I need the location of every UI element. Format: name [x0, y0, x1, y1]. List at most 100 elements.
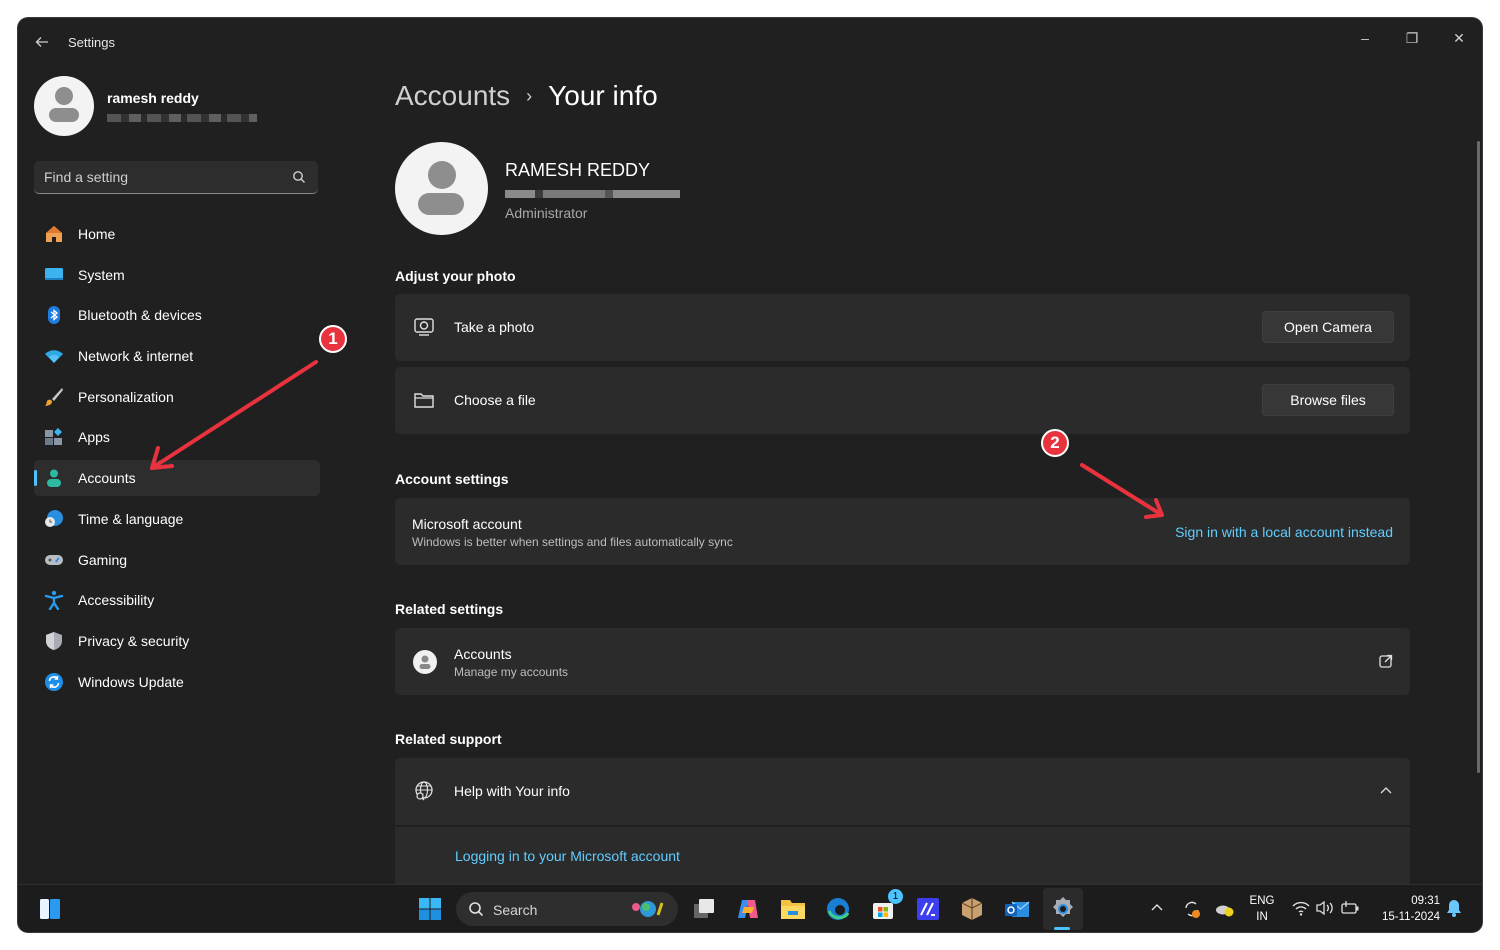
app-title: Settings — [68, 35, 115, 50]
breadcrumb: Accounts › Your info — [395, 76, 658, 116]
minimize-button[interactable]: – — [1342, 24, 1388, 52]
sidebar-item-bluetooth[interactable]: Bluetooth & devices — [34, 297, 320, 333]
task-view-button[interactable] — [690, 895, 718, 923]
profile-name: ramesh reddy — [107, 90, 199, 106]
folder-icon — [781, 900, 805, 919]
shield-icon — [46, 631, 62, 650]
close-button[interactable]: ✕ — [1436, 24, 1482, 52]
widgets-button[interactable] — [36, 895, 64, 923]
settings-window: Settings – ❐ ✕ ramesh reddy Home System … — [18, 18, 1482, 932]
sidebar-item-windows-update[interactable]: Windows Update — [34, 664, 320, 700]
settings-taskbar-button[interactable] — [1049, 895, 1077, 923]
search-icon — [293, 171, 305, 183]
browse-files-button[interactable]: Browse files — [1262, 384, 1394, 416]
sign-in-local-account-link[interactable]: Sign in with a local account instead — [1175, 524, 1393, 540]
title-bar: Settings – ❐ ✕ — [18, 18, 1482, 66]
sidebar-item-time-language[interactable]: Time & language — [34, 501, 320, 537]
help-links-panel: Logging in to your Microsoft account — [395, 827, 1410, 887]
folder-icon — [414, 393, 434, 408]
section-title-adjust-photo: Adjust your photo — [395, 268, 516, 284]
sidebar-item-apps[interactable]: Apps — [34, 419, 320, 455]
person-icon — [47, 469, 61, 488]
widgets-icon — [40, 899, 60, 919]
copilot-button[interactable] — [734, 895, 762, 923]
vertical-scrollbar[interactable] — [1477, 141, 1480, 773]
chevron-up-icon[interactable] — [1151, 903, 1163, 913]
taskbar-search[interactable]: Search — [456, 892, 678, 926]
account-avatar-icon — [413, 650, 437, 674]
chevron-right-icon: › — [526, 85, 533, 106]
edge-button[interactable] — [824, 895, 852, 923]
clock-date[interactable]: 15-11-2024 — [1370, 911, 1440, 923]
arrow-left-icon — [35, 37, 48, 47]
sidebar-item-network[interactable]: Network & internet — [34, 338, 320, 374]
search-input[interactable] — [44, 161, 284, 193]
sidebar-item-home[interactable]: Home — [34, 216, 320, 252]
camera-icon — [414, 318, 434, 336]
file-explorer-button[interactable] — [779, 895, 807, 923]
start-button[interactable] — [416, 895, 444, 923]
restore-button[interactable]: ❐ — [1389, 24, 1435, 52]
outlook-button[interactable] — [1003, 895, 1031, 923]
minimize-icon: – — [1361, 30, 1369, 46]
volume-icon[interactable] — [1315, 900, 1335, 916]
sync-icon[interactable] — [1182, 899, 1202, 919]
sidebar-item-privacy-security[interactable]: Privacy & security — [34, 623, 320, 659]
globe-search-icon — [415, 781, 433, 801]
back-button[interactable] — [30, 30, 54, 54]
user-info-header: RAMESH REDDY Administrator — [395, 142, 995, 237]
home-icon — [46, 226, 62, 242]
onedrive-icon[interactable] — [1215, 899, 1235, 919]
accessibility-icon — [44, 590, 64, 611]
sidebar-profile[interactable]: ramesh reddy — [34, 76, 334, 136]
related-accounts-row[interactable]: Accounts Manage my accounts — [395, 628, 1410, 695]
task-view-icon — [694, 899, 714, 918]
notification-badge: 1 — [888, 889, 903, 904]
avatar — [34, 76, 94, 136]
close-icon: ✕ — [1453, 29, 1465, 46]
sidebar-item-gaming[interactable]: Gaming — [34, 542, 320, 578]
active-app-indicator — [1054, 927, 1070, 930]
help-with-your-info-row[interactable]: Help with Your info — [395, 758, 1410, 825]
package-icon — [961, 898, 983, 920]
choose-file-row: Choose a file Browse files — [395, 367, 1410, 434]
gamepad-icon — [45, 554, 63, 565]
search-highlight-icon — [632, 901, 664, 917]
battery-icon[interactable] — [1340, 900, 1360, 916]
edge-icon — [827, 898, 850, 920]
sidebar-item-accessibility[interactable]: Accessibility — [34, 582, 320, 618]
sidebar-nav: Home System Bluetooth & devices Network … — [34, 216, 320, 704]
user-full-name: RAMESH REDDY — [505, 160, 651, 180]
section-title-related-support: Related support — [395, 731, 502, 747]
take-photo-row: Take a photo Open Camera — [395, 294, 1410, 361]
outlook-icon — [1005, 901, 1030, 917]
help-link-logging-in[interactable]: Logging in to your Microsoft account — [455, 848, 680, 864]
search-icon — [469, 902, 484, 917]
external-link-icon[interactable] — [1379, 654, 1393, 668]
sidebar-item-accounts[interactable]: Accounts — [34, 460, 320, 497]
breadcrumb-parent[interactable]: Accounts — [395, 80, 510, 112]
annotation-badge-2: 2 — [1041, 429, 1069, 457]
app-button-box[interactable] — [958, 895, 986, 923]
user-avatar — [395, 142, 488, 235]
page-title: Your info — [548, 80, 658, 111]
microsoft-store-button[interactable]: 1 — [869, 889, 903, 923]
restore-icon: ❐ — [1405, 29, 1419, 46]
notification-bell-icon[interactable] — [1446, 899, 1462, 917]
profile-email-redacted — [107, 114, 257, 122]
chevron-up-icon[interactable] — [1380, 786, 1392, 796]
wifi-icon[interactable] — [1292, 900, 1310, 916]
paintbrush-icon — [45, 387, 63, 406]
input-language[interactable]: ENG — [1246, 895, 1278, 907]
sidebar-item-system[interactable]: System — [34, 257, 320, 293]
monitor-icon — [45, 267, 63, 280]
annotation-badge-1: 1 — [319, 325, 347, 353]
update-icon — [45, 672, 63, 691]
find-setting-search[interactable] — [34, 161, 318, 194]
sidebar-item-personalization[interactable]: Personalization — [34, 379, 320, 415]
gear-icon — [1053, 897, 1073, 917]
clock-time[interactable]: 09:31 — [1384, 895, 1440, 907]
app-button-blue[interactable] — [914, 895, 942, 923]
user-role: Administrator — [505, 205, 588, 221]
open-camera-button[interactable]: Open Camera — [1262, 311, 1394, 343]
